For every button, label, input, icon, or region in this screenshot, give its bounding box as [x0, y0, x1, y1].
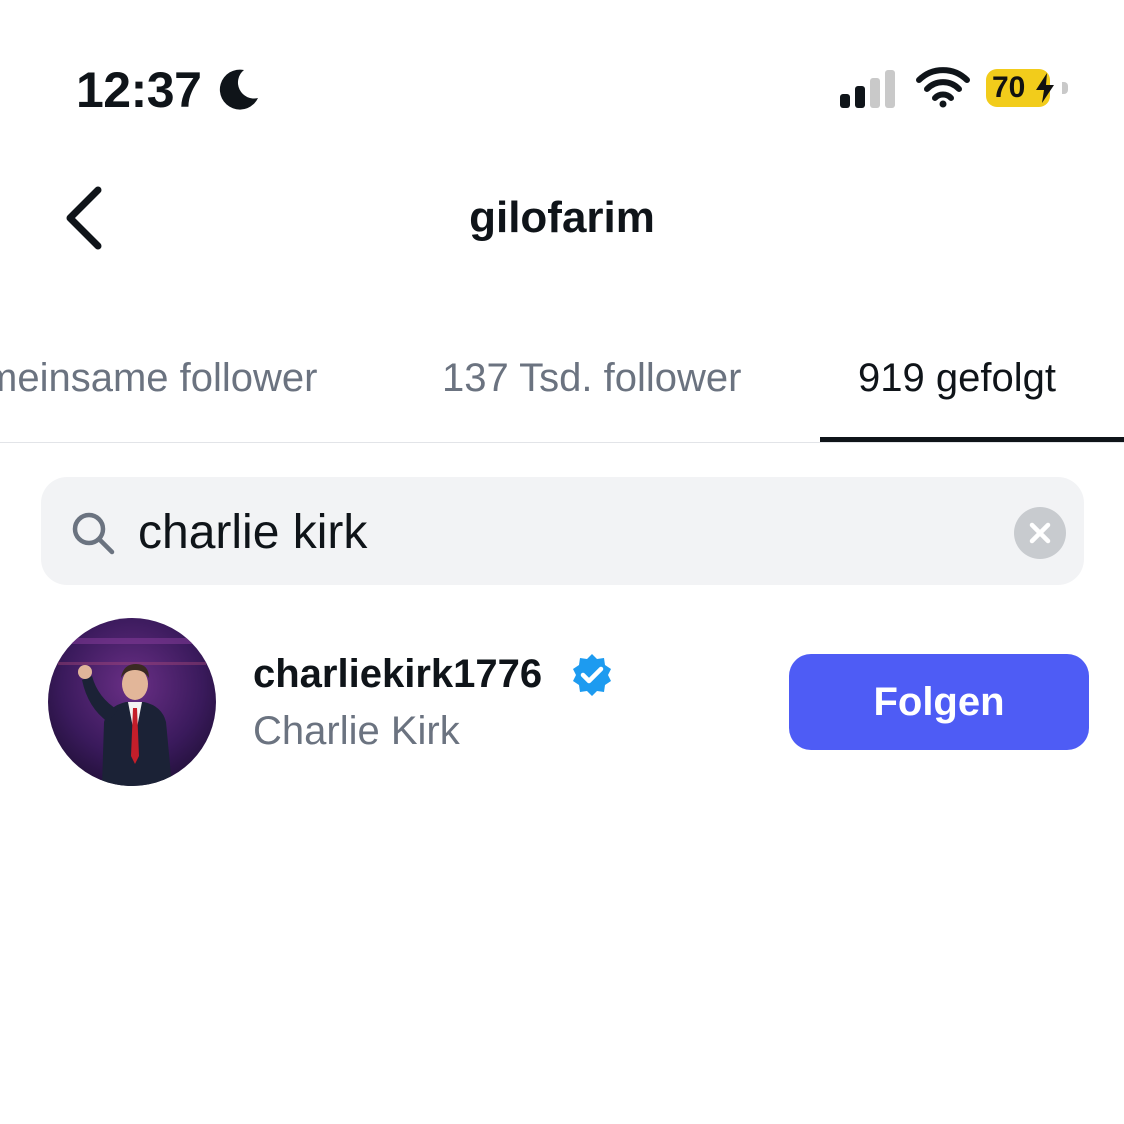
- tab-followers[interactable]: 137 Tsd. follower: [442, 350, 741, 406]
- moon-icon: [219, 69, 258, 110]
- wifi-icon: [916, 67, 970, 108]
- tab-divider: [0, 442, 1124, 443]
- result-full-name: Charlie Kirk: [253, 709, 460, 753]
- battery-level: 70: [992, 71, 1026, 104]
- status-time: 12:37: [76, 62, 202, 118]
- avatar[interactable]: [48, 618, 216, 786]
- tab-following[interactable]: 919 gefolgt: [858, 350, 1056, 406]
- search-input[interactable]: [138, 502, 978, 562]
- avatar-photo: [48, 618, 216, 786]
- tab-mutual-followers[interactable]: meinsame follower: [0, 350, 317, 406]
- battery-nub: [1062, 82, 1068, 94]
- charging-bolt-icon: [1036, 73, 1054, 103]
- active-tab-indicator: [820, 437, 1124, 442]
- clear-search-button[interactable]: [1014, 507, 1066, 559]
- close-icon: [1029, 522, 1051, 544]
- search-icon: [72, 512, 115, 555]
- cellular-signal-icon: [840, 70, 895, 108]
- follow-button[interactable]: Folgen: [789, 654, 1089, 750]
- page-title: gilofarim: [469, 193, 655, 242]
- result-username[interactable]: charliekirk1776: [253, 648, 542, 700]
- verified-badge-icon: [573, 654, 611, 696]
